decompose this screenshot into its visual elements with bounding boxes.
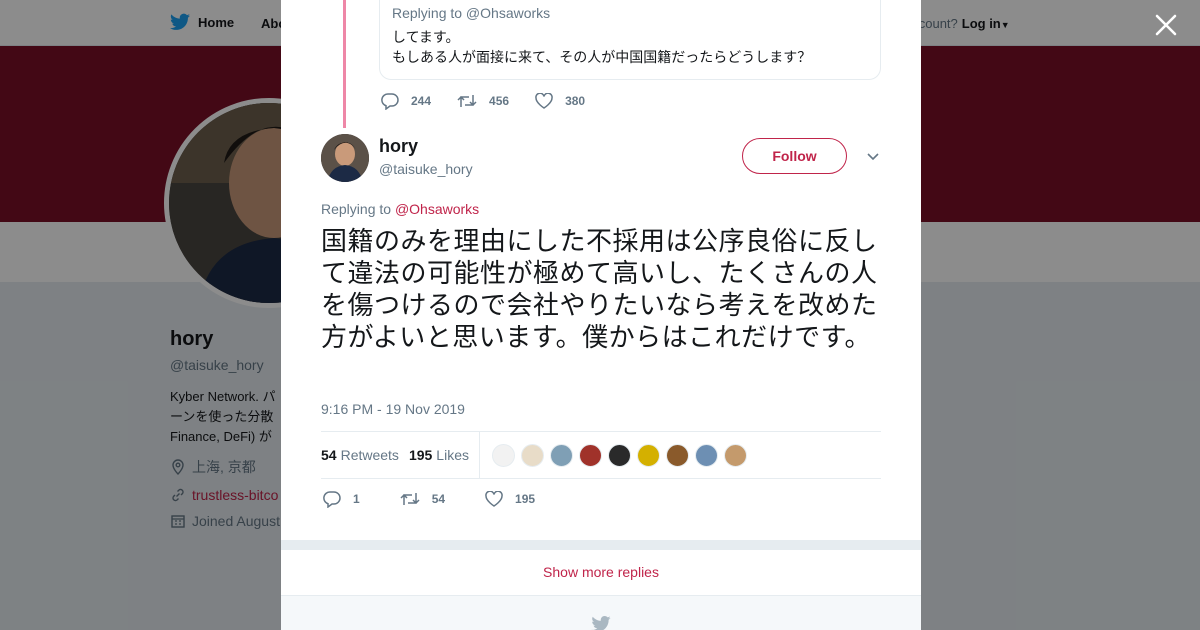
liker-avatar[interactable] (636, 443, 660, 467)
tweet-permalink-modal: Replying to @Ohsaworks してます。 もしある人が面接に来て… (281, 0, 921, 630)
liker-avatar[interactable] (491, 443, 515, 467)
retweets-stat[interactable]: 54 Retweets (321, 447, 399, 463)
liker-avatar[interactable] (607, 443, 631, 467)
replying-to-link[interactable]: @Ohsaworks (395, 201, 479, 217)
previous-tweet-card[interactable]: Replying to @Ohsaworks してます。 もしある人が面接に来て… (379, 0, 881, 80)
retweet-icon (457, 95, 477, 107)
retweets-stat-count: 54 (321, 447, 337, 463)
reply-count: 244 (411, 94, 432, 108)
likes-stat-count: 195 (408, 447, 433, 463)
retweet-button[interactable]: 456 (457, 92, 509, 110)
chevron-down-icon[interactable] (865, 148, 881, 164)
retweet-count: 54 (431, 492, 446, 506)
heart-icon (535, 93, 553, 109)
liker-avatar[interactable] (723, 443, 747, 467)
retweet-icon (400, 493, 420, 505)
previous-tweet-replying-to: Replying to @Ohsaworks (392, 5, 551, 21)
tweet-actions: 1 54 195 (323, 490, 535, 508)
like-count: 380 (565, 94, 586, 108)
text-line: してます。 (392, 29, 460, 45)
liker-avatar[interactable] (578, 443, 602, 467)
likes-stat-label: Likes (436, 447, 469, 463)
author-photo (321, 134, 369, 182)
author-handle: @taisuke_hory (379, 161, 473, 177)
previous-tweet-text: してます。 もしある人が面接に来て、その人が中国国籍だったらどうします？ (392, 27, 868, 67)
reply-button[interactable]: 1 (323, 490, 360, 508)
section-divider (281, 540, 921, 550)
twitter-bird-icon (591, 616, 611, 630)
liker-avatar[interactable] (520, 443, 544, 467)
show-more-replies-button[interactable]: Show more replies (281, 550, 921, 596)
reply-icon (323, 491, 341, 508)
reply-button[interactable]: 244 (381, 92, 431, 110)
retweet-count: 456 (489, 94, 510, 108)
close-icon[interactable] (1153, 12, 1179, 38)
retweets-stat-label: Retweets (340, 447, 399, 463)
stats-divider (478, 432, 480, 478)
like-button[interactable]: 380 (535, 92, 585, 110)
tweet-text: 国籍のみを理由にした不採用は公序良俗に反して違法の可能性が極めて高いし、たくさん… (321, 227, 878, 353)
tweet-stats: 54 Retweets 195 Likes (321, 431, 881, 479)
author-name: hory (379, 136, 419, 156)
thread-connector-line (343, 0, 346, 128)
author-avatar[interactable] (321, 134, 369, 182)
like-button[interactable]: 195 (485, 490, 535, 508)
replying-to: Replying to @Ohsaworks (321, 201, 479, 217)
previous-tweet-actions: 244 456 380 (381, 92, 585, 110)
liker-avatar[interactable] (694, 443, 718, 467)
text-line: もしある人が面接に来て、その人が中国国籍だったらどうします？ (392, 49, 812, 65)
replying-prefix: Replying to (321, 201, 392, 217)
like-count: 195 (515, 492, 536, 506)
retweet-button[interactable]: 54 (400, 490, 445, 508)
liker-avatar[interactable] (549, 443, 573, 467)
heart-icon (485, 491, 503, 507)
tweet-timestamp[interactable]: 9:16 PM - 19 Nov 2019 (321, 401, 465, 417)
liker-avatar[interactable] (665, 443, 689, 467)
tweet-author[interactable]: hory @taisuke_hory (321, 134, 473, 182)
reply-count: 1 (353, 492, 360, 506)
reply-icon (381, 93, 399, 110)
likes-stat[interactable]: 195 Likes (409, 447, 469, 463)
follow-button[interactable]: Follow (742, 138, 847, 174)
liker-avatars (491, 443, 747, 467)
